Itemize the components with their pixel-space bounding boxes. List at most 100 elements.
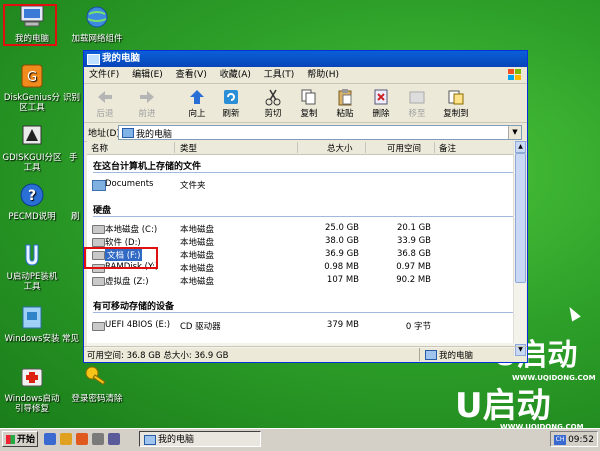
menu-help[interactable]: 帮助(H) bbox=[302, 67, 344, 83]
column-free[interactable]: 可用空间 bbox=[387, 142, 421, 154]
scroll-thumb[interactable] bbox=[515, 153, 526, 283]
back-label: 后退 bbox=[96, 109, 114, 119]
network-globe-icon bbox=[82, 4, 112, 32]
desktop-icon-diskgenius[interactable]: G DiskGenius分区工具 bbox=[0, 63, 64, 113]
explorer-window[interactable]: 我的电脑 文件(F) 编辑(E) 查看(V) 收藏(A) 工具(T) 帮助(H)… bbox=[83, 50, 528, 363]
delete-icon bbox=[372, 88, 390, 106]
mouse-cursor-icon bbox=[565, 304, 581, 322]
column-divider bbox=[174, 142, 175, 153]
item-total: 0.98 MB bbox=[324, 262, 359, 272]
item-free: 20.1 GB bbox=[396, 223, 431, 233]
desktop-icon-gdiskgui[interactable]: GDISKGUI分区工具 bbox=[0, 123, 64, 173]
item-total: 38.0 GB bbox=[324, 236, 359, 246]
address-input[interactable]: 我的电脑 ▼ bbox=[118, 125, 522, 140]
highlight-box-my-computer bbox=[3, 4, 57, 46]
item-free: 0 字节 bbox=[405, 322, 431, 332]
refresh-button[interactable]: 刷新 bbox=[214, 86, 248, 119]
paste-label: 粘贴 bbox=[336, 109, 354, 119]
menu-file[interactable]: 文件(F) bbox=[84, 67, 124, 83]
window-titlebar[interactable]: 我的电脑 bbox=[84, 51, 527, 67]
status-space: 可用空间: 36.8 GB 总大小: 36.9 GB bbox=[87, 351, 229, 361]
item-free: 90.2 MB bbox=[396, 275, 431, 285]
quicklaunch-desktop-icon[interactable] bbox=[44, 433, 56, 445]
taskbar: 开始 我的电脑 CH 09:52 bbox=[0, 428, 600, 451]
folder-icon bbox=[92, 180, 106, 191]
partial-icon bbox=[60, 182, 80, 210]
desktop-icon-boot-repair[interactable]: Windows启动引导修复 bbox=[0, 364, 64, 414]
group-divider bbox=[93, 312, 513, 313]
move-to-button[interactable]: 移至 bbox=[400, 86, 434, 119]
copy-to-button[interactable]: 复制到 bbox=[436, 86, 476, 119]
menu-favorites[interactable]: 收藏(A) bbox=[215, 67, 256, 83]
language-indicator[interactable]: CH bbox=[554, 435, 566, 445]
desktop-icon-windows-install[interactable]: Windows安装 bbox=[0, 304, 64, 344]
forward-button[interactable]: 前进 bbox=[130, 86, 164, 119]
start-label: 开始 bbox=[17, 435, 36, 445]
brand-logo-large: U启动 bbox=[455, 386, 551, 426]
item-name: 虚拟盘 (Z:) bbox=[105, 277, 149, 287]
desktop-icon-label: U启动PE装机工具 bbox=[6, 272, 58, 292]
column-divider bbox=[365, 142, 366, 153]
boot-repair-icon bbox=[17, 364, 47, 392]
column-name[interactable]: 名称 bbox=[91, 142, 108, 154]
column-divider bbox=[297, 142, 298, 153]
partial-icon bbox=[60, 63, 80, 91]
menu-edit[interactable]: 编辑(E) bbox=[127, 67, 168, 83]
my-computer-icon bbox=[144, 435, 156, 445]
uqidong-icon bbox=[17, 242, 47, 270]
quicklaunch-drive-icon[interactable] bbox=[108, 433, 120, 445]
desktop-icon-password-clear[interactable]: 登录密码清除 bbox=[60, 364, 134, 404]
copy-icon bbox=[300, 88, 318, 106]
quicklaunch-tool-icon[interactable] bbox=[92, 433, 104, 445]
item-total: 25.0 GB bbox=[324, 223, 359, 233]
key-icon bbox=[82, 364, 112, 392]
item-name: 本地磁盘 (C:) bbox=[105, 225, 158, 235]
desktop-icon-partial-3[interactable]: 刷 bbox=[56, 182, 84, 222]
column-type[interactable]: 类型 bbox=[180, 142, 197, 154]
paste-button[interactable]: 粘贴 bbox=[328, 86, 362, 119]
brand-url: WWW.UQIDONG.COM bbox=[512, 374, 596, 382]
desktop-icon-partial-1[interactable]: 识别 bbox=[56, 63, 84, 103]
desktop-icon-partial-4[interactable]: 常见 bbox=[56, 304, 84, 344]
vertical-scrollbar[interactable]: ▲ ▼ bbox=[513, 141, 526, 356]
clock: 09:52 bbox=[568, 435, 594, 445]
column-divider bbox=[434, 142, 435, 153]
back-arrow-icon bbox=[96, 88, 114, 106]
copy-button[interactable]: 复制 bbox=[292, 86, 326, 119]
list-item-drive-e[interactable]: UEFI 4BIOS (E:) CD 驱动器 379 MB 0 字节 bbox=[87, 320, 515, 332]
group-divider bbox=[93, 172, 513, 173]
toolbar: 后退 前进 向上 刷新 剪切 复制 粘贴 删除 移至 复制到 bbox=[84, 84, 527, 123]
item-type: 本地磁盘 bbox=[180, 277, 215, 287]
up-button[interactable]: 向上 bbox=[180, 86, 214, 119]
scroll-up-icon[interactable]: ▲ bbox=[515, 141, 526, 153]
back-button[interactable]: 后退 bbox=[88, 86, 122, 119]
cut-button[interactable]: 剪切 bbox=[256, 86, 290, 119]
quicklaunch-folder-icon[interactable] bbox=[60, 433, 72, 445]
taskbar-item-my-computer[interactable]: 我的电脑 bbox=[139, 431, 261, 447]
desktop-icon-partial-2[interactable]: 手 bbox=[56, 123, 84, 163]
hard-disk-icon bbox=[92, 238, 105, 247]
list-item-documents[interactable]: Documents 文件夹 bbox=[87, 179, 515, 191]
list-item-drive-c[interactable]: 本地磁盘 (C:) 本地磁盘 25.0 GB 20.1 GB bbox=[87, 223, 515, 235]
list-item-drive-z[interactable]: 虚拟盘 (Z:) 本地磁盘 107 MB 90.2 MB bbox=[87, 275, 515, 287]
quicklaunch-app-icon[interactable] bbox=[76, 433, 88, 445]
item-free: 0.97 MB bbox=[396, 262, 431, 272]
move-to-icon bbox=[408, 88, 426, 106]
start-button[interactable]: 开始 bbox=[2, 431, 38, 447]
item-type: 本地磁盘 bbox=[180, 238, 215, 248]
diskgenius-icon: G bbox=[17, 63, 47, 91]
chevron-down-icon[interactable]: ▼ bbox=[508, 126, 521, 139]
menu-view[interactable]: 查看(V) bbox=[171, 67, 212, 83]
menu-tools[interactable]: 工具(T) bbox=[259, 67, 300, 83]
column-total[interactable]: 总大小 bbox=[327, 142, 353, 154]
group-stored-files: 在这台计算机上存储的文件 bbox=[93, 162, 202, 172]
desktop-icon-pecmd[interactable]: ? PECMD说明 bbox=[0, 182, 64, 222]
item-type: CD 驱动器 bbox=[180, 322, 221, 332]
delete-button[interactable]: 删除 bbox=[364, 86, 398, 119]
desktop-icon-network[interactable]: 加载网络组件 bbox=[58, 4, 136, 44]
desktop-icon-uqidong-pe[interactable]: U启动PE装机工具 bbox=[0, 242, 64, 292]
item-type: 本地磁盘 bbox=[180, 251, 215, 261]
column-note[interactable]: 备注 bbox=[439, 142, 456, 154]
hard-disk-icon bbox=[92, 225, 105, 234]
cut-label: 剪切 bbox=[264, 109, 282, 119]
